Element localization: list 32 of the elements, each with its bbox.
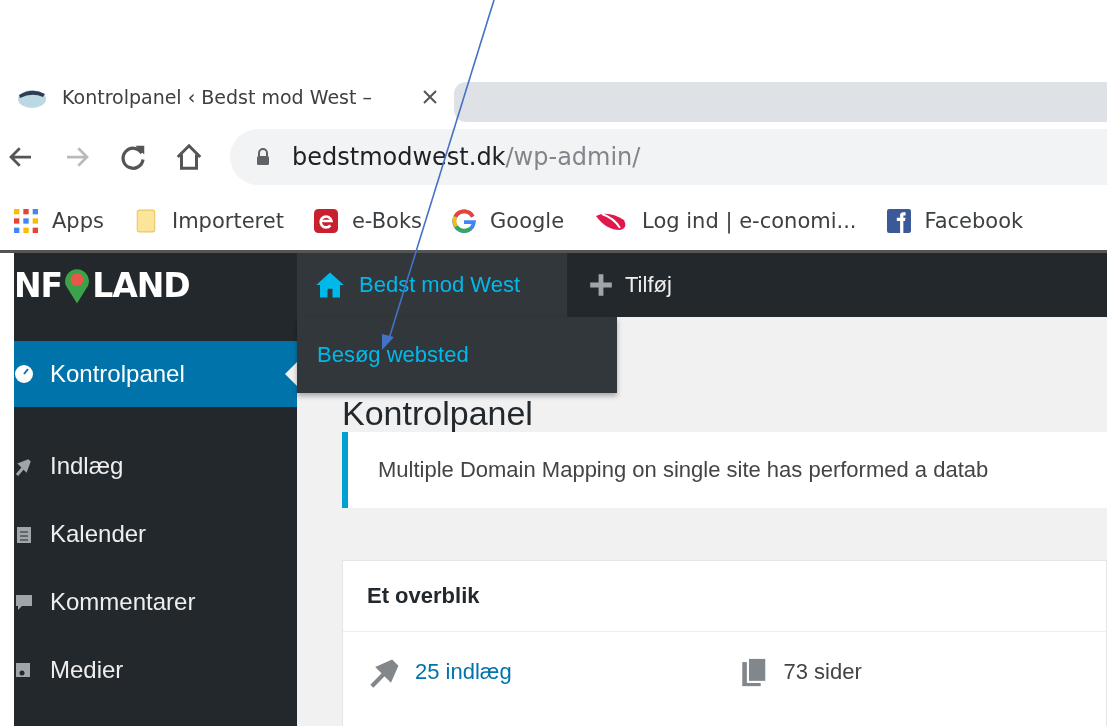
close-icon[interactable]	[422, 89, 438, 105]
sidebar-item[interactable]: Kalender	[14, 500, 297, 568]
home-icon	[315, 270, 345, 300]
bookmark-link[interactable]: Google	[452, 209, 565, 233]
sidebar-item[interactable]: Indlæg	[14, 432, 297, 500]
sidebar-item[interactable]: Kommentarer	[14, 568, 297, 636]
notice-text: Multiple Domain Mapping on single site has performed a datab	[378, 457, 989, 483]
sidebar-item[interactable]: Kontrolpanel	[14, 341, 297, 407]
map-pin-icon	[64, 266, 91, 304]
panel-title: Et overblik	[367, 583, 480, 609]
bookmark-link[interactable]: Facebook	[886, 209, 1024, 233]
bookmark-link[interactable]: Apps	[14, 209, 104, 233]
apps-grid-icon	[14, 209, 38, 233]
g-letter-icon	[452, 209, 477, 233]
menu-item[interactable]: Besøg websted	[317, 342, 469, 368]
count-link[interactable]: 25 indlæg	[415, 659, 512, 685]
plus-icon	[589, 273, 613, 297]
count-text: 73 sider	[783, 659, 862, 685]
bookmark-link[interactable]: e-Boks	[313, 209, 423, 233]
sidebar-item[interactable]: Medier	[14, 636, 297, 704]
bookmark-link[interactable]: Importeret	[133, 209, 284, 233]
f-letter-icon	[886, 209, 911, 233]
bookmark-link[interactable]: Log ind | e-conomi...	[594, 209, 857, 233]
lock-icon	[256, 148, 270, 166]
page-heading: Kontrolpanel	[342, 394, 534, 432]
logo-text: LAND	[92, 265, 190, 305]
tab-title[interactable]: Kontrolpanel ‹ Bedst mod West –	[62, 86, 372, 108]
e-letter-icon	[313, 209, 338, 233]
logo-text: NF	[14, 265, 63, 305]
new-menu[interactable]: Tilføj	[567, 253, 672, 317]
gauge-icon	[14, 363, 34, 385]
home-icon[interactable]	[174, 142, 204, 172]
